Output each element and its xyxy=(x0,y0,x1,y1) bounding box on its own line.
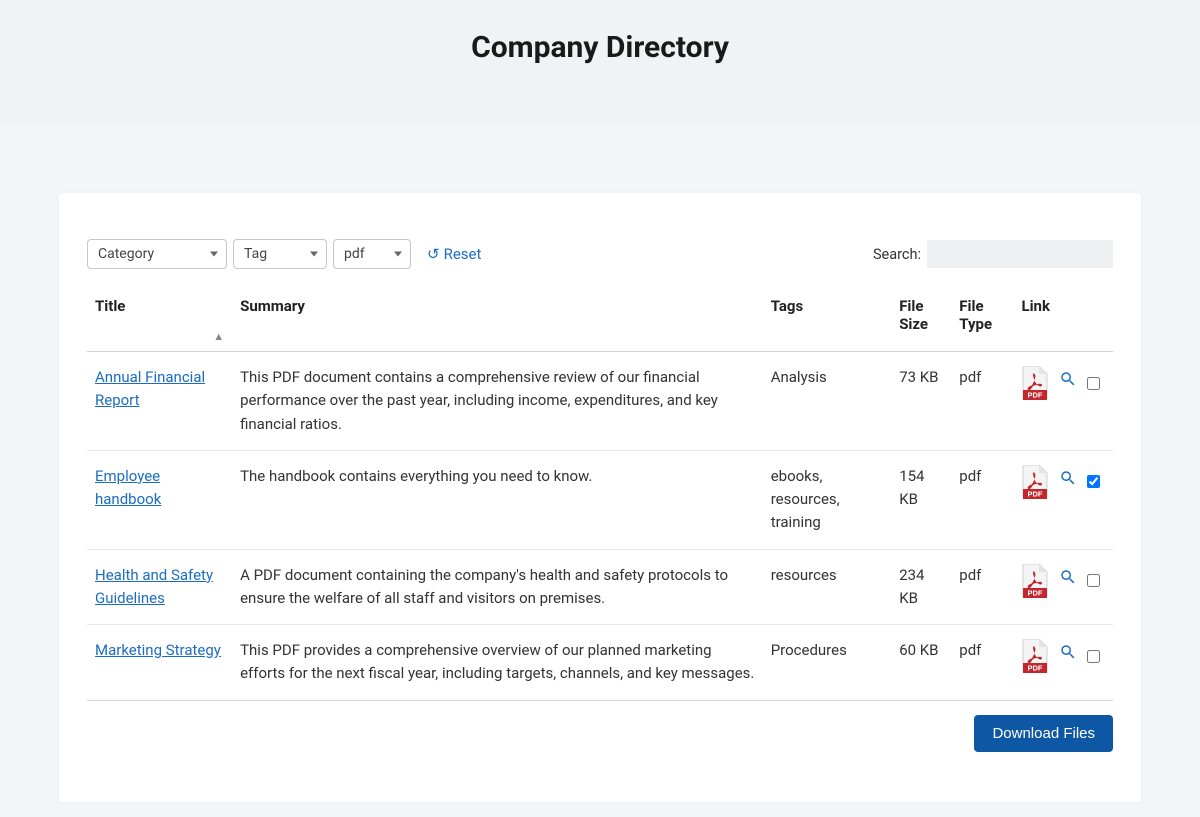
select-row-checkbox[interactable] xyxy=(1087,650,1100,663)
category-select[interactable]: Category xyxy=(87,239,227,269)
col-tags[interactable]: Tags xyxy=(763,287,892,352)
document-summary: This PDF provides a comprehensive overvi… xyxy=(232,625,763,701)
document-title-link[interactable]: Annual Financial Report xyxy=(95,368,205,409)
select-row-checkbox[interactable] xyxy=(1087,475,1100,488)
document-summary: A PDF document containing the company's … xyxy=(232,549,763,625)
category-select-label: Category xyxy=(98,246,154,262)
col-type[interactable]: File Type xyxy=(951,287,1013,352)
pdf-file-icon[interactable] xyxy=(1021,639,1049,673)
document-title-link[interactable]: Employee handbook xyxy=(95,467,161,508)
search-input[interactable] xyxy=(927,240,1113,268)
tag-select[interactable]: Tag xyxy=(233,239,327,269)
preview-icon[interactable] xyxy=(1059,469,1077,494)
col-size[interactable]: File Size xyxy=(891,287,951,352)
undo-icon: ↺ xyxy=(427,247,440,262)
document-size: 73 KB xyxy=(891,352,951,451)
document-summary: The handbook contains everything you nee… xyxy=(232,450,763,549)
pdf-file-icon[interactable] xyxy=(1021,465,1049,499)
filetype-select-label: pdf xyxy=(344,246,365,262)
document-summary: This PDF document contains a comprehensi… xyxy=(232,352,763,451)
table-row: Employee handbook The handbook contains e… xyxy=(87,450,1113,549)
document-type: pdf xyxy=(951,625,1013,701)
document-tags: Procedures xyxy=(763,625,892,701)
col-link[interactable]: Link xyxy=(1013,287,1113,352)
document-type: pdf xyxy=(951,549,1013,625)
document-title-link[interactable]: Health and Safety Guidelines xyxy=(95,566,213,607)
document-size: 154 KB xyxy=(891,450,951,549)
document-tags: Analysis xyxy=(763,352,892,451)
download-files-button[interactable]: Download Files xyxy=(974,715,1113,752)
directory-card: Category Tag pdf ↺ Reset Search: Title ▲ xyxy=(59,193,1141,802)
reset-button[interactable]: ↺ Reset xyxy=(427,245,481,263)
preview-icon[interactable] xyxy=(1059,568,1077,593)
filters-row: Category Tag pdf ↺ Reset Search: xyxy=(87,239,1113,269)
table-row: Marketing Strategy This PDF provides a co… xyxy=(87,625,1113,701)
chevron-down-icon xyxy=(310,252,318,257)
document-title-link[interactable]: Marketing Strategy xyxy=(95,641,221,659)
chevron-down-icon xyxy=(210,252,218,257)
document-size: 234 KB xyxy=(891,549,951,625)
document-tags: ebooks, resources, training xyxy=(763,450,892,549)
document-type: pdf xyxy=(951,450,1013,549)
page-title: Company Directory xyxy=(0,30,1200,65)
filetype-select[interactable]: pdf xyxy=(333,239,411,269)
document-size: 60 KB xyxy=(891,625,951,701)
preview-icon[interactable] xyxy=(1059,643,1077,668)
pdf-file-icon[interactable] xyxy=(1021,366,1049,400)
pdf-file-icon[interactable] xyxy=(1021,564,1049,598)
col-summary[interactable]: Summary xyxy=(232,287,763,352)
documents-table: Title ▲ Summary Tags File Size File Type… xyxy=(87,287,1113,701)
document-type: pdf xyxy=(951,352,1013,451)
table-row: Annual Financial Report This PDF document… xyxy=(87,352,1113,451)
preview-icon[interactable] xyxy=(1059,370,1077,395)
select-row-checkbox[interactable] xyxy=(1087,377,1100,390)
select-row-checkbox[interactable] xyxy=(1087,574,1100,587)
document-tags: resources xyxy=(763,549,892,625)
reset-label: Reset xyxy=(444,245,482,263)
sort-asc-icon: ▲ xyxy=(213,330,224,343)
tag-select-label: Tag xyxy=(244,246,267,262)
search-label: Search: xyxy=(873,246,921,263)
table-row: Health and Safety Guidelines A PDF docume… xyxy=(87,549,1113,625)
chevron-down-icon xyxy=(394,252,402,257)
col-title[interactable]: Title ▲ xyxy=(87,287,232,352)
